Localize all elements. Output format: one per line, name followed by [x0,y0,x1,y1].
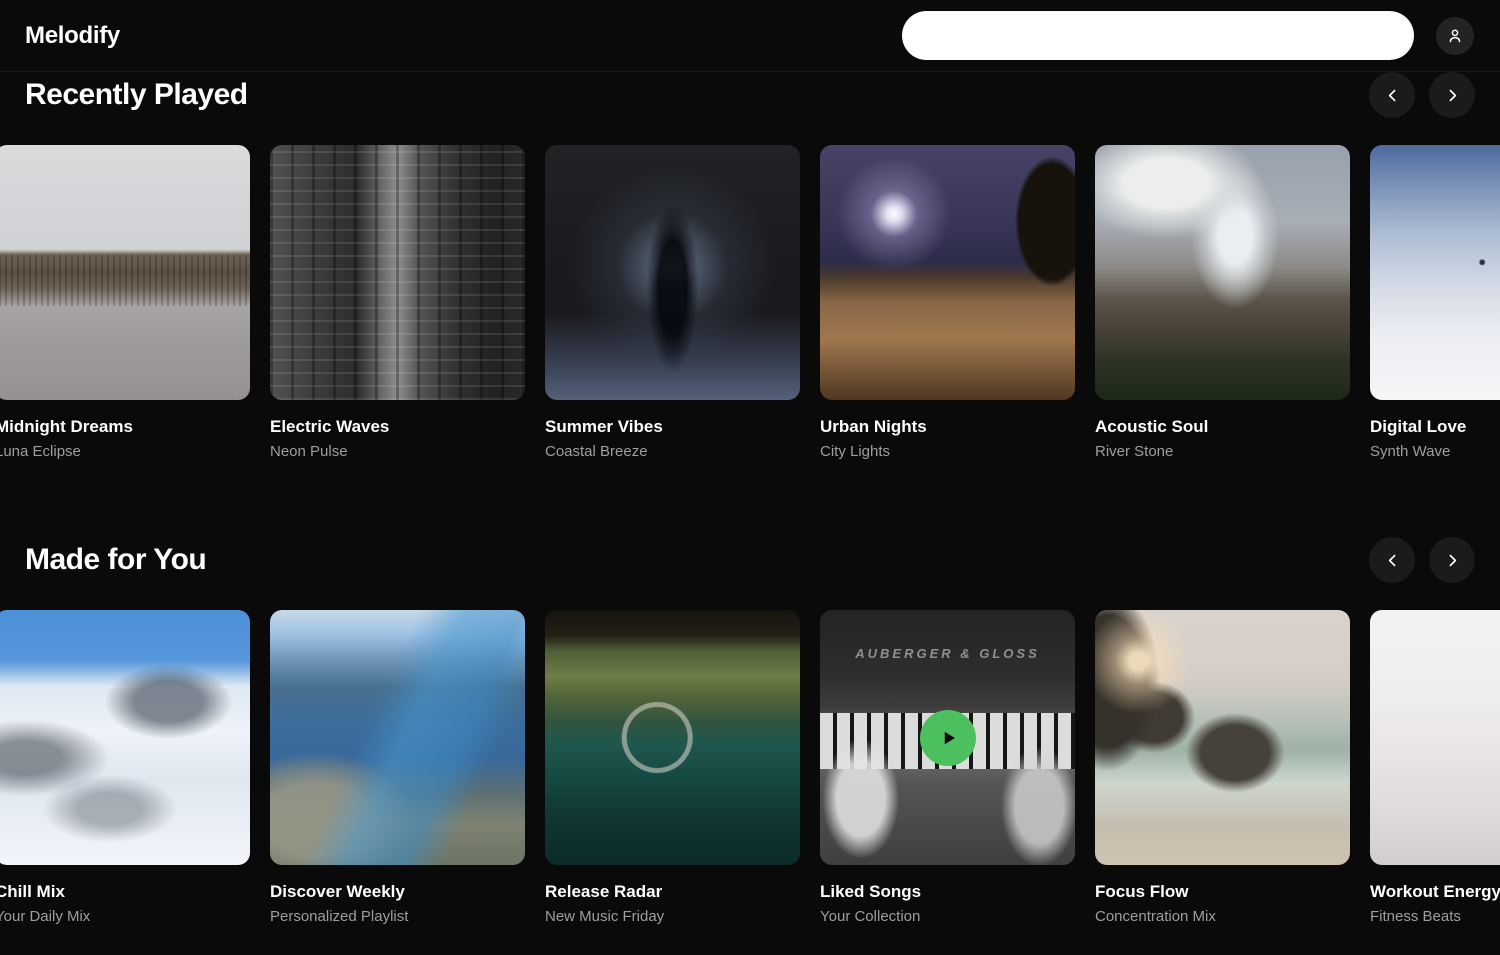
chevron-right-icon [1444,87,1461,104]
section-title: Made for You [25,543,206,577]
album-cover[interactable] [1370,145,1500,400]
album-cover[interactable] [545,610,800,865]
app-header: Melodify [0,0,1500,72]
carousel-nav [1369,72,1475,118]
card-subtitle: Coastal Breeze [545,443,800,461]
section-header: Recently Played [25,72,1475,118]
album-cover[interactable] [1095,610,1350,865]
carousel-prev-button[interactable] [1369,537,1415,583]
card-title: Chill Mix [0,882,250,902]
app-logo: Melodify [25,22,120,50]
card-title: Workout Energy [1370,882,1500,902]
album-cover[interactable] [0,145,250,400]
playlist-card[interactable]: Discover Weekly Personalized Playlist [270,610,525,926]
album-cover[interactable] [0,610,250,865]
playlist-card[interactable]: Midnight Dreams Luna Eclipse [0,145,250,461]
card-subtitle: Your Collection [820,908,1075,926]
play-button[interactable] [920,710,976,766]
album-cover[interactable] [270,610,525,865]
carousel-prev-button[interactable] [1369,72,1415,118]
card-title: Summer Vibes [545,417,800,437]
card-title: Acoustic Soul [1095,417,1350,437]
carousel-nav [1369,537,1475,583]
playlist-card[interactable]: AUBERGER & GLOSS Liked Songs Your Collec… [820,610,1075,926]
piano-brand-text: AUBERGER & GLOSS [820,646,1075,661]
section-header: Made for You [25,537,1475,583]
card-title: Midnight Dreams [0,417,250,437]
card-subtitle: Your Daily Mix [0,908,250,926]
chevron-left-icon [1384,87,1401,104]
playlist-card[interactable]: Workout Energy Fitness Beats [1370,610,1500,926]
card-subtitle: Concentration Mix [1095,908,1350,926]
playlist-card[interactable]: Release Radar New Music Friday [545,610,800,926]
album-cover[interactable] [1370,610,1500,865]
card-subtitle: River Stone [1095,443,1350,461]
album-cover[interactable] [545,145,800,400]
album-cover[interactable] [1095,145,1350,400]
carousel-next-button[interactable] [1429,537,1475,583]
playlist-card[interactable]: Electric Waves Neon Pulse [270,145,525,461]
profile-button[interactable] [1436,17,1474,55]
card-subtitle: Luna Eclipse [0,443,250,461]
chevron-right-icon [1444,552,1461,569]
play-icon [935,725,961,751]
card-subtitle: Fitness Beats [1370,908,1500,926]
card-title: Digital Love [1370,417,1500,437]
card-row: Midnight Dreams Luna Eclipse Electric Wa… [0,145,1500,461]
album-cover[interactable] [270,145,525,400]
card-row: Chill Mix Your Daily Mix Discover Weekly… [0,610,1500,926]
card-title: Release Radar [545,882,800,902]
card-subtitle: City Lights [820,443,1075,461]
playlist-card[interactable]: Chill Mix Your Daily Mix [0,610,250,926]
playlist-card[interactable]: Digital Love Synth Wave [1370,145,1500,461]
card-title: Focus Flow [1095,882,1350,902]
section-title: Recently Played [25,78,248,112]
card-subtitle: Neon Pulse [270,443,525,461]
playlist-card[interactable]: Summer Vibes Coastal Breeze [545,145,800,461]
album-cover[interactable] [820,145,1075,400]
playlist-card[interactable]: Urban Nights City Lights [820,145,1075,461]
card-subtitle: New Music Friday [545,908,800,926]
card-title: Urban Nights [820,417,1075,437]
card-title: Electric Waves [270,417,525,437]
search-input[interactable] [902,11,1414,60]
section-recently-played: Recently Played Midnight Dreams Luna Ecl… [0,72,1500,461]
card-title: Discover Weekly [270,882,525,902]
card-subtitle: Personalized Playlist [270,908,525,926]
section-made-for-you: Made for You Chill Mix Your Daily Mix Di… [0,537,1500,926]
album-cover[interactable]: AUBERGER & GLOSS [820,610,1075,865]
card-title: Liked Songs [820,882,1075,902]
playlist-card[interactable]: Focus Flow Concentration Mix [1095,610,1350,926]
card-subtitle: Synth Wave [1370,443,1500,461]
carousel-next-button[interactable] [1429,72,1475,118]
playlist-card[interactable]: Acoustic Soul River Stone [1095,145,1350,461]
user-icon [1445,26,1465,46]
chevron-left-icon [1384,552,1401,569]
